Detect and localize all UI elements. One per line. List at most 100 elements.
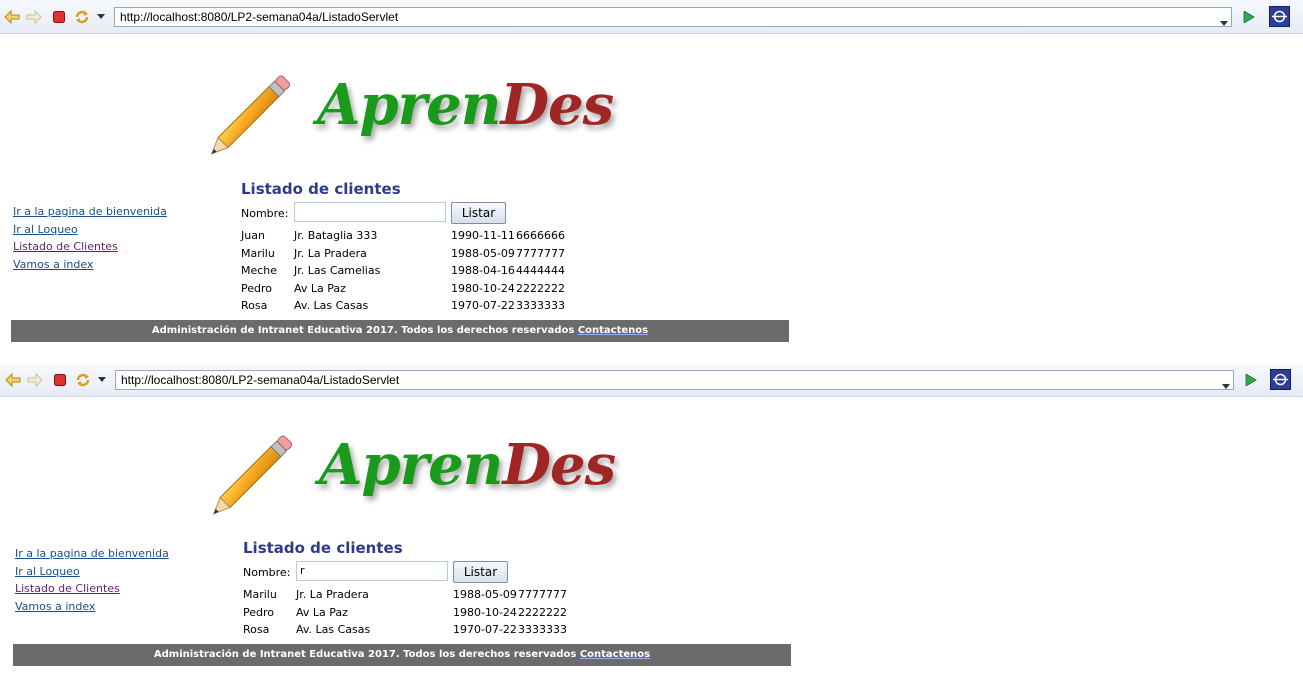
- address-bar[interactable]: http://localhost:8080/LP2-semana04a/List…: [115, 370, 1234, 390]
- chevron-down-icon[interactable]: [1220, 12, 1228, 31]
- table-row: Rosa Av. Las Casas 1970-07-22 3333333: [241, 297, 581, 315]
- client-name: Marilu: [243, 588, 277, 601]
- nav-link-index[interactable]: Vamos a index: [15, 598, 169, 616]
- client-address: Av. Las Casas: [296, 623, 371, 636]
- client-address: Jr. La Pradera: [294, 246, 367, 260]
- side-nav: Ir a la pagina de bienvenida Ir al Loque…: [13, 203, 167, 273]
- address-bar-text: http://localhost:8080/LP2-semana04a/List…: [120, 10, 399, 24]
- refresh-icon[interactable]: [73, 8, 91, 26]
- chevron-down-icon[interactable]: [92, 8, 110, 26]
- page-title: Listado de clientes: [243, 539, 403, 557]
- table-row: Rosa Av. Las Casas 1970-07-22 3333333: [243, 621, 583, 639]
- client-birthdate: 1988-04-16: [451, 264, 515, 277]
- pencil-icon: [212, 435, 293, 515]
- stop-icon[interactable]: [51, 371, 69, 389]
- client-address: Av. Las Casas: [294, 299, 369, 312]
- table-row: Pedro Av La Paz 1980-10-24 2222222: [243, 604, 583, 622]
- page-footer: Administración de Intranet Educativa 201…: [11, 320, 789, 342]
- logo-text-part1: Apren: [319, 432, 503, 498]
- aprendes-logo: AprenDes: [192, 60, 632, 190]
- nav-link-listado-clientes[interactable]: Listado de Clientes: [13, 238, 167, 256]
- clients-table: Marilu Jr. La Pradera 1988-05-09 7777777 Pe…: [243, 586, 583, 639]
- forward-arrow-icon[interactable]: [25, 8, 43, 26]
- eclipse-browser-icon[interactable]: [1269, 6, 1290, 27]
- client-phone: 6666666: [516, 229, 565, 242]
- table-row: Pedro Av La Paz 1980-10-24 2222222: [241, 280, 581, 298]
- chevron-down-icon[interactable]: [1222, 375, 1230, 394]
- nav-link-index[interactable]: Vamos a index: [13, 256, 167, 274]
- nav-link-loqueo[interactable]: Ir al Loqueo: [15, 563, 169, 581]
- footer-text: Administración de Intranet Educativa 201…: [153, 649, 580, 660]
- client-name: Meche: [241, 264, 278, 277]
- logo-text-part1: Apren: [317, 72, 501, 138]
- back-arrow-icon[interactable]: [3, 8, 21, 26]
- side-nav: Ir a la pagina de bienvenida Ir al Loque…: [15, 545, 169, 615]
- client-birthdate: 1988-05-09: [453, 588, 517, 601]
- client-birthdate: 1970-07-22: [453, 623, 517, 636]
- table-row: Meche Jr. Las Camelias 1988-04-16 4444444: [241, 262, 581, 280]
- forward-arrow-icon[interactable]: [26, 371, 44, 389]
- client-address: Av La Paz: [294, 281, 346, 295]
- client-address: Jr. La Pradera: [296, 588, 369, 601]
- go-icon[interactable]: [1240, 8, 1258, 26]
- search-form: Nombre: r Listar: [243, 561, 513, 585]
- listar-button[interactable]: Listar: [451, 202, 506, 224]
- client-birthdate: 1970-07-22: [451, 299, 515, 312]
- table-row: Juan Jr. Bataglia 333 1990-11-11 6666666: [241, 227, 581, 245]
- browser-window-2: http://localhost:8080/LP2-semana04a/List…: [0, 362, 1303, 687]
- eclipse-browser-icon[interactable]: [1270, 369, 1291, 390]
- nav-link-bienvenida[interactable]: Ir a la pagina de bienvenida: [13, 203, 167, 221]
- client-phone: 3333333: [518, 623, 567, 636]
- nav-link-listado-clientes[interactable]: Listado de Clientes: [15, 580, 169, 598]
- table-row: Marilu Jr. La Pradera 1988-05-09 7777777: [241, 245, 581, 263]
- client-birthdate: 1980-10-24: [451, 281, 515, 295]
- client-birthdate: 1990-11-11: [451, 229, 515, 242]
- browser-toolbar: http://localhost:8080/LP2-semana04a/List…: [0, 363, 1303, 397]
- contactenos-link[interactable]: Contactenos: [578, 325, 648, 336]
- client-phone: 7777777: [516, 246, 565, 260]
- logo-text-part2: Des: [502, 432, 616, 498]
- client-address: Av La Paz: [296, 605, 348, 619]
- address-bar[interactable]: http://localhost:8080/LP2-semana04a/List…: [114, 7, 1232, 27]
- client-birthdate: 1988-05-09: [451, 246, 515, 260]
- stop-icon[interactable]: [50, 8, 68, 26]
- chevron-down-icon[interactable]: [93, 371, 111, 389]
- client-name: Juan: [241, 229, 265, 242]
- page-footer: Administración de Intranet Educativa 201…: [13, 644, 791, 666]
- client-name: Pedro: [243, 605, 275, 619]
- client-phone: 3333333: [516, 299, 565, 312]
- footer-text: Administración de Intranet Educativa 201…: [151, 325, 578, 336]
- contactenos-link[interactable]: Contactenos: [580, 649, 650, 660]
- client-name: Rosa: [243, 623, 270, 636]
- client-phone: 7777777: [518, 588, 567, 601]
- back-arrow-icon[interactable]: [4, 371, 22, 389]
- table-row: Marilu Jr. La Pradera 1988-05-09 7777777: [243, 586, 583, 604]
- client-birthdate: 1980-10-24: [453, 605, 517, 619]
- pencil-icon: [210, 75, 291, 155]
- nav-link-loqueo[interactable]: Ir al Loqueo: [13, 221, 167, 239]
- client-name: Pedro: [241, 281, 273, 295]
- client-phone: 2222222: [518, 605, 567, 619]
- browser-window-1: http://localhost:8080/LP2-semana04a/List…: [0, 0, 1303, 356]
- go-icon[interactable]: [1242, 371, 1260, 389]
- listar-button[interactable]: Listar: [453, 561, 508, 583]
- client-name: Marilu: [241, 246, 275, 260]
- client-phone: 4444444: [516, 264, 565, 277]
- clients-table: Juan Jr. Bataglia 333 1990-11-11 6666666 Ma…: [241, 227, 581, 315]
- page-title: Listado de clientes: [241, 180, 401, 198]
- nombre-label: Nombre:: [241, 207, 289, 220]
- nav-link-bienvenida[interactable]: Ir a la pagina de bienvenida: [15, 545, 169, 563]
- logo-text-part2: Des: [500, 72, 614, 138]
- client-name: Rosa: [241, 299, 268, 312]
- nombre-input[interactable]: r: [296, 561, 448, 581]
- aprendes-logo: AprenDes: [194, 420, 634, 550]
- client-address: Jr. Las Camelias: [294, 264, 381, 277]
- refresh-icon[interactable]: [74, 371, 92, 389]
- address-bar-text: http://localhost:8080/LP2-semana04a/List…: [121, 373, 400, 387]
- browser-toolbar: http://localhost:8080/LP2-semana04a/List…: [0, 0, 1303, 34]
- search-form: Nombre: Listar: [241, 202, 511, 226]
- logo-text: AprenDes: [317, 72, 614, 138]
- logo-text: AprenDes: [319, 432, 616, 498]
- client-address: Jr. Bataglia 333: [294, 229, 378, 242]
- nombre-input[interactable]: [294, 202, 446, 222]
